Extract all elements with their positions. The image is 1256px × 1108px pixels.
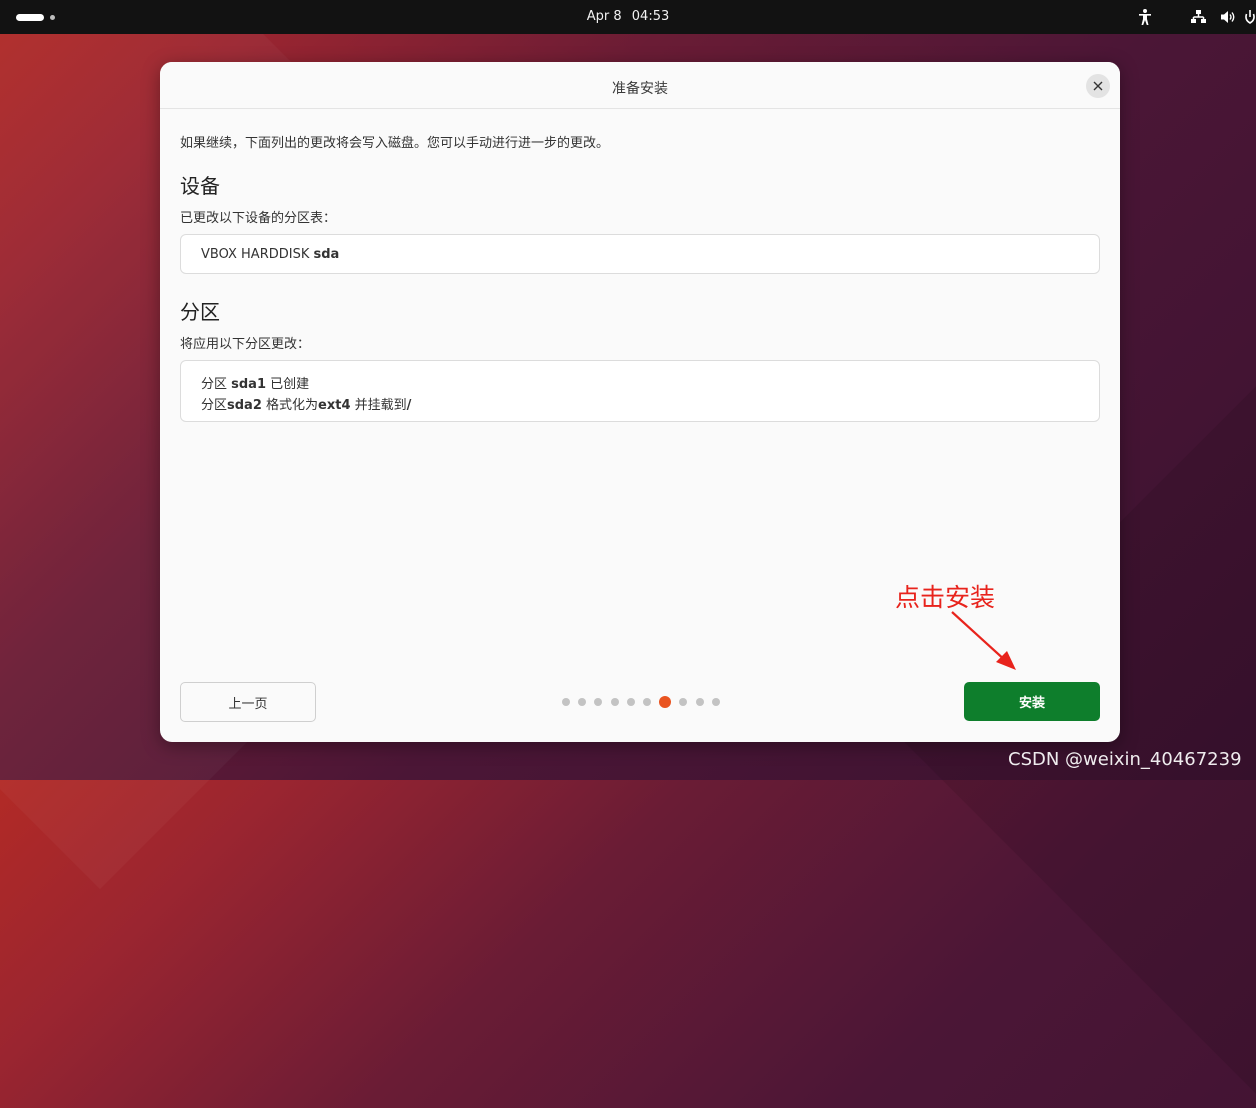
change-text: 已创建 xyxy=(266,377,310,392)
device-name: sda xyxy=(313,247,340,262)
filesystem-type: ext4 xyxy=(318,398,351,413)
change-text: 并挂载到 xyxy=(350,398,407,413)
dialog-title: 准备安装 xyxy=(612,81,668,97)
step-dot xyxy=(578,698,587,706)
top-bar: Apr 8 04:53 xyxy=(0,0,1256,34)
dialog-header: 准备安装 xyxy=(160,62,1120,109)
install-dialog: 准备安装 如果继续，下面列出的更改将会写入磁盘。您可以手动进行进一步的更改。 设… xyxy=(160,62,1120,742)
step-dot xyxy=(626,698,635,706)
step-progress-dots xyxy=(562,696,722,708)
mount-point: / xyxy=(406,398,412,413)
close-button[interactable] xyxy=(1086,74,1110,98)
step-dot xyxy=(711,698,720,706)
device-item: VBOX HARDDISK sda xyxy=(201,247,339,262)
device-list: VBOX HARDDISK sda xyxy=(180,234,1100,274)
change-text: 分区 xyxy=(201,377,232,392)
annotation-label: 点击安装 xyxy=(895,583,996,612)
step-dot xyxy=(643,698,651,706)
partitions-subtitle: 将应用以下分区更改： xyxy=(180,337,311,352)
step-dot xyxy=(594,698,603,706)
change-text: 分区 xyxy=(201,398,228,413)
watermark: CSDN @weixin_40467239 xyxy=(1008,749,1242,770)
step-dot xyxy=(610,698,619,706)
partition-name: sda1 xyxy=(231,377,267,392)
devices-subtitle: 已更改以下设备的分区表： xyxy=(180,211,337,226)
devices-title: 设备 xyxy=(180,174,220,198)
change-text: 格式化为 xyxy=(261,398,319,413)
close-icon xyxy=(1093,81,1103,91)
step-dot xyxy=(679,698,688,706)
accessibility-icon[interactable] xyxy=(1137,8,1153,26)
clock[interactable]: Apr 8 04:53 xyxy=(0,9,1256,24)
volume-icon[interactable] xyxy=(1219,8,1237,26)
partition-change-item: 分区 sda1 已创建 xyxy=(201,373,309,392)
intro-text: 如果继续，下面列出的更改将会写入磁盘。您可以手动进行进一步的更改。 xyxy=(180,136,610,151)
step-dot xyxy=(695,698,704,706)
power-icon[interactable] xyxy=(1244,8,1256,26)
clock-time: 04:53 xyxy=(631,9,670,24)
network-icon[interactable] xyxy=(1190,8,1207,26)
partitions-title: 分区 xyxy=(180,300,220,324)
step-dot xyxy=(562,698,570,706)
partition-name: sda2 xyxy=(227,398,262,413)
partition-change-item: 分区sda2 格式化为ext4 并挂载到/ xyxy=(201,394,411,413)
device-model: VBOX HARDDISK xyxy=(201,247,310,262)
clock-date: Apr 8 xyxy=(586,9,622,24)
partition-changes-list: 分区 sda1 已创建 分区sda2 格式化为ext4 并挂载到/ xyxy=(180,360,1100,422)
back-button[interactable]: 上一页 xyxy=(180,682,316,722)
install-button[interactable]: 安装 xyxy=(964,682,1100,721)
step-dot-active xyxy=(659,696,672,708)
